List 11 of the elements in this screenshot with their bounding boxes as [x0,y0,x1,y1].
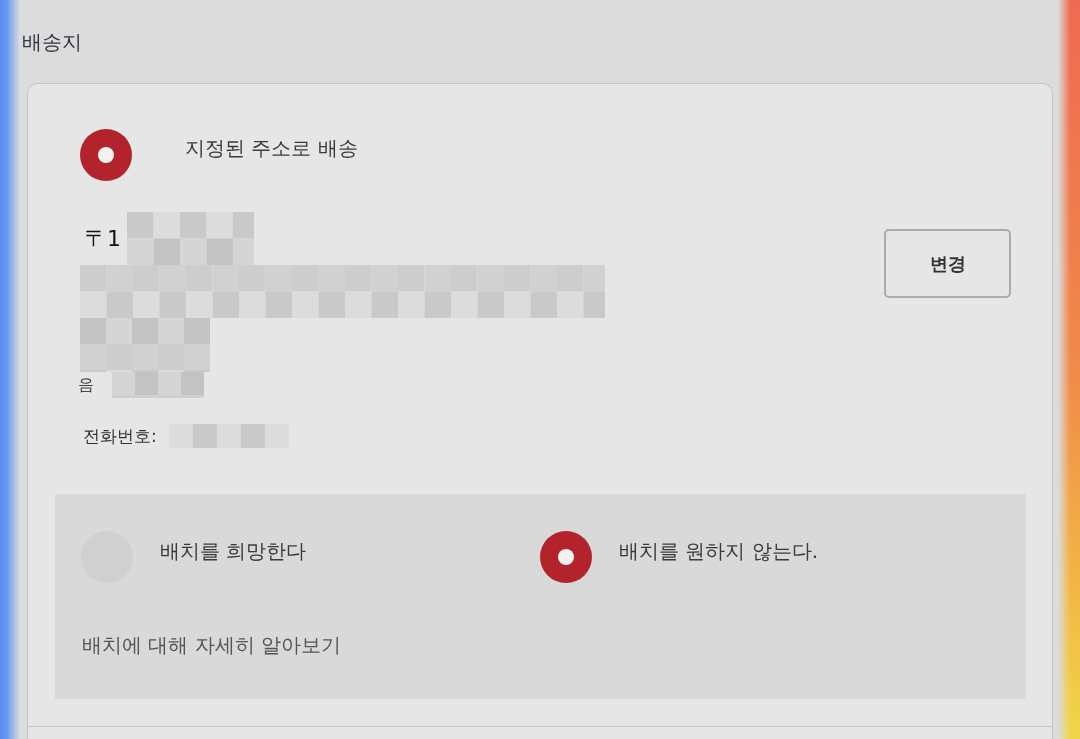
learn-more-link[interactable]: 배치에 대해 자세히 알아보기 [82,631,342,659]
address-text: 음 [78,374,94,396]
radio-button[interactable] [80,129,132,181]
section-title: 배송지 [22,29,82,56]
option-label[interactable]: 지정된 주소로 배송 [185,134,358,162]
phone-label: 전화번호: [83,425,157,447]
option-label[interactable]: 배치를 희망한다 [160,537,307,565]
change-button[interactable]: 변경 [884,229,1011,298]
option-label[interactable]: 배치를 원하지 않는다. [619,537,819,565]
radio-button[interactable] [540,531,592,583]
address-text: 〒1 [85,224,121,253]
